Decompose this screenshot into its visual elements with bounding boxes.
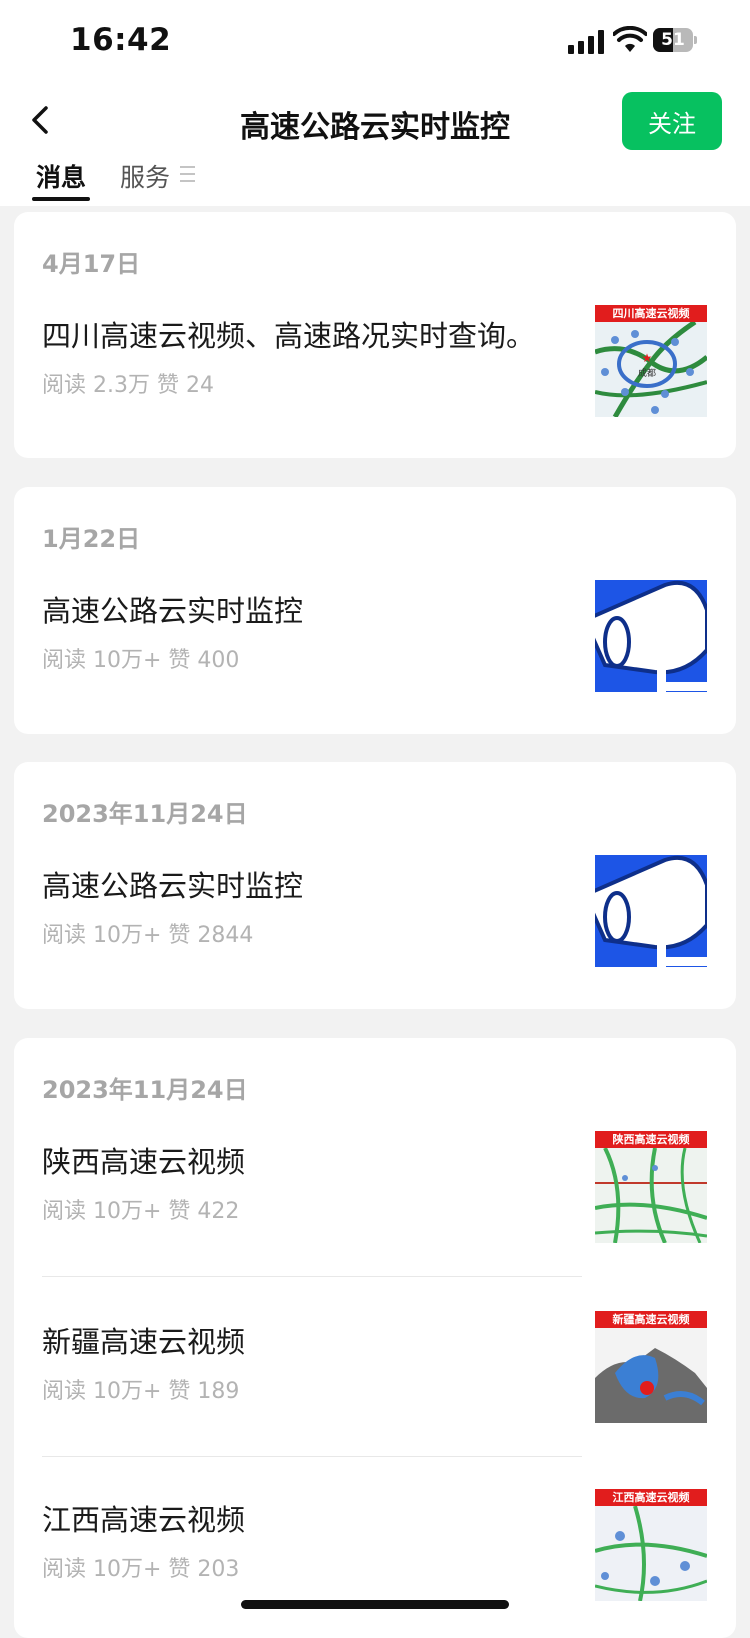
map-graphic: ★ 成都 <box>595 322 707 417</box>
wifi-icon <box>613 26 647 52</box>
article-card: 2023年11月24日 陕西高速云视频 阅读 10万+ 赞 422 陕西高速云视… <box>14 1038 736 1638</box>
article-title: 四川高速云视频、高速路况实时查询。 <box>42 319 536 353</box>
menu-icon[interactable] <box>180 166 195 182</box>
thumbnail-banner: 新疆高速云视频 <box>595 1311 707 1328</box>
article-item[interactable]: 新疆高速云视频 阅读 10万+ 赞 189 新疆高速云视频 <box>14 1311 736 1423</box>
article-title: 江西高速云视频 <box>42 1503 246 1537</box>
article-meta: 阅读 10万+ 赞 400 <box>42 648 240 673</box>
article-card: 2023年11月24日 高速公路云实时监控 阅读 10万+ 赞 2844 <box>14 762 736 1009</box>
svg-text:★: ★ <box>642 351 653 365</box>
divider <box>42 1456 582 1457</box>
map-graphic <box>595 1506 707 1601</box>
follow-button[interactable]: 关注 <box>622 92 722 150</box>
card-date: 1月22日 <box>42 525 141 553</box>
article-title: 陕西高速云视频 <box>42 1145 246 1179</box>
article-thumbnail: 江西高速云视频 <box>595 1489 707 1601</box>
article-meta: 阅读 10万+ 赞 189 <box>42 1379 240 1404</box>
article-meta: 阅读 2.3万 赞 24 <box>42 373 214 398</box>
article-item[interactable]: 高速公路云实时监控 阅读 10万+ 赞 400 <box>14 580 736 692</box>
nav-bar: 高速公路云实时监控 关注 消息 服务 <box>0 88 750 206</box>
map-graphic <box>595 1148 707 1243</box>
active-tab-indicator <box>32 197 90 201</box>
tab-messages[interactable]: 消息 <box>36 158 86 194</box>
thumbnail-banner: 陕西高速云视频 <box>595 1131 707 1148</box>
article-thumbnail: 四川高速云视频 ★ 成都 <box>595 305 707 417</box>
camera-icon <box>595 580 707 692</box>
article-title: 新疆高速云视频 <box>42 1325 246 1359</box>
home-indicator <box>241 1600 509 1609</box>
article-meta: 阅读 10万+ 赞 203 <box>42 1557 240 1582</box>
article-item[interactable]: 四川高速云视频、高速路况实时查询。 阅读 2.3万 赞 24 四川高速云视频 ★… <box>14 305 736 417</box>
article-title: 高速公路云实时监控 <box>42 869 304 903</box>
divider <box>42 1276 582 1277</box>
status-time: 16:42 <box>70 22 172 58</box>
card-date: 2023年11月24日 <box>42 1076 248 1104</box>
article-thumbnail: 陕西高速云视频 <box>595 1131 707 1243</box>
battery-level: 51 <box>661 30 685 50</box>
map-city-label: 成都 <box>638 367 656 379</box>
article-item[interactable]: 江西高速云视频 阅读 10万+ 赞 203 江西高速云视频 <box>14 1489 736 1601</box>
thumbnail-banner: 江西高速云视频 <box>595 1489 707 1506</box>
article-meta: 阅读 10万+ 赞 422 <box>42 1199 240 1224</box>
article-card: 1月22日 高速公路云实时监控 阅读 10万+ 赞 400 <box>14 487 736 734</box>
article-thumbnail: 新疆高速云视频 <box>595 1311 707 1423</box>
card-date: 2023年11月24日 <box>42 800 248 828</box>
article-card: 4月17日 四川高速云视频、高速路况实时查询。 阅读 2.3万 赞 24 四川高… <box>14 212 736 458</box>
article-title: 高速公路云实时监控 <box>42 594 304 628</box>
map-graphic <box>595 1328 707 1423</box>
article-meta: 阅读 10万+ 赞 2844 <box>42 923 254 948</box>
signal-icon <box>568 30 606 54</box>
card-date: 4月17日 <box>42 250 141 278</box>
thumbnail-banner: 四川高速云视频 <box>595 305 707 322</box>
article-item[interactable]: 陕西高速云视频 阅读 10万+ 赞 422 陕西高速云视频 <box>14 1131 736 1243</box>
battery-icon: 51 <box>653 28 697 52</box>
status-bar: 16:42 51 <box>0 0 750 88</box>
article-item[interactable]: 高速公路云实时监控 阅读 10万+ 赞 2844 <box>14 855 736 967</box>
tab-services[interactable]: 服务 <box>120 158 170 194</box>
camera-icon <box>595 855 707 967</box>
